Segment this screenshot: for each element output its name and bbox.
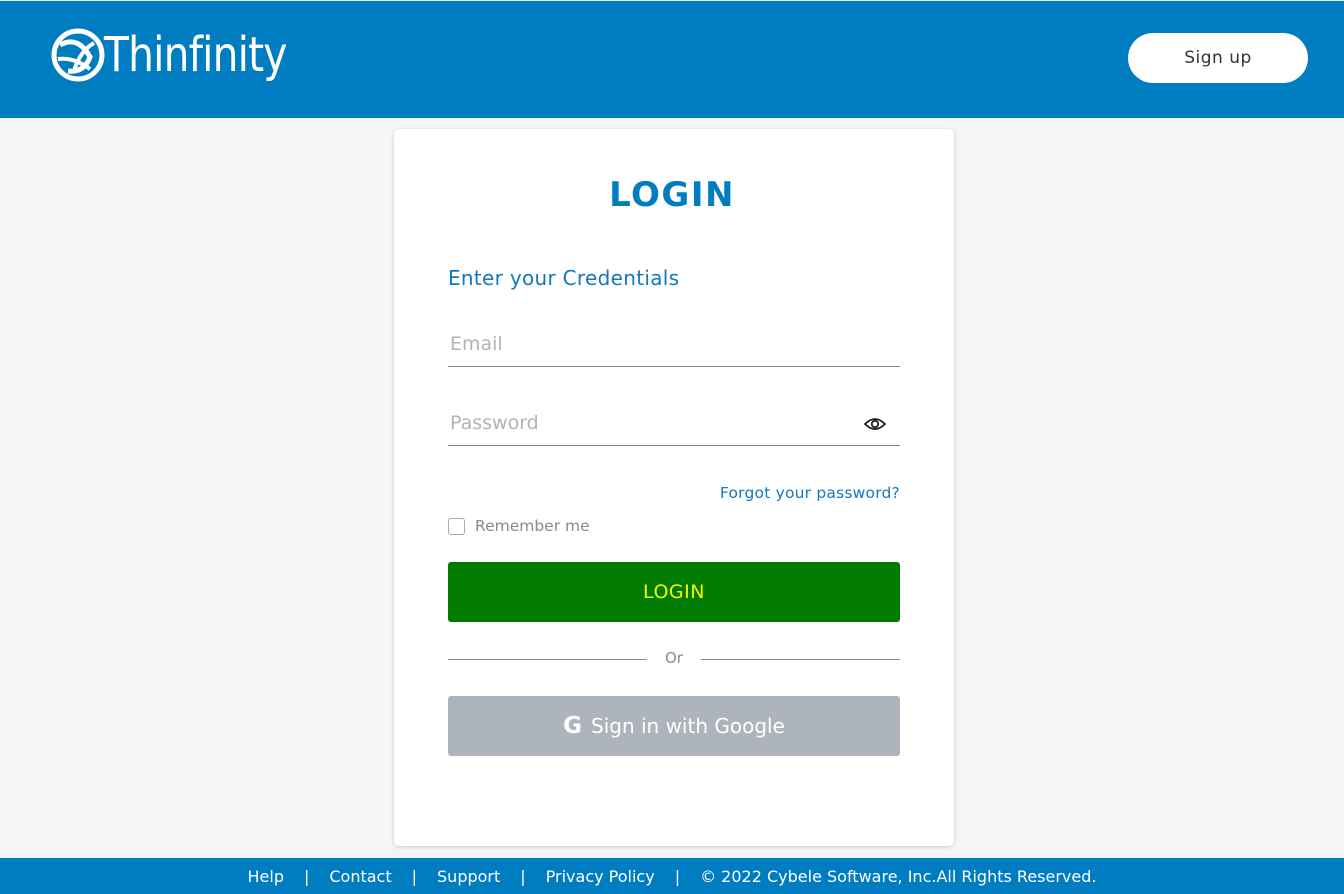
footer-link-support[interactable]: Support <box>437 867 500 886</box>
footer-link-help[interactable]: Help <box>248 867 284 886</box>
login-button[interactable]: LOGIN <box>448 562 900 622</box>
login-title: LOGIN <box>609 175 735 215</box>
google-signin-button[interactable]: G Sign in with Google <box>448 696 900 756</box>
password-field-container <box>448 405 900 446</box>
eye-icon[interactable] <box>864 415 886 433</box>
remember-me[interactable]: Remember me <box>448 517 590 535</box>
google-signin-label: Sign in with Google <box>591 714 785 738</box>
footer-separator: | <box>303 866 310 886</box>
remember-me-checkbox[interactable] <box>448 517 465 535</box>
thinfinity-logo-icon <box>51 28 105 82</box>
footer-separator: | <box>411 866 418 886</box>
footer-link-privacy-policy[interactable]: Privacy Policy <box>546 867 655 886</box>
password-input[interactable] <box>448 405 852 441</box>
header-top-border <box>0 0 1344 1</box>
brand-name: Thinfinity <box>104 27 287 83</box>
copyright-text: © 2022 Cybele Software, Inc.All Rights R… <box>700 866 1097 886</box>
divider-line-right <box>701 659 900 660</box>
signup-button[interactable]: Sign up <box>1128 33 1308 83</box>
or-label: Or <box>665 649 683 667</box>
email-input[interactable] <box>448 326 852 362</box>
google-g-icon: G <box>563 713 582 739</box>
footer-separator: | <box>674 866 681 886</box>
or-divider: Or <box>448 648 900 670</box>
top-header: Thinfinity Sign up <box>0 0 1344 118</box>
footer-links: Help | Contact | Support | Privacy Polic… <box>248 867 1097 886</box>
forgot-password-link[interactable]: Forgot your password? <box>720 484 900 502</box>
footer-link-contact[interactable]: Contact <box>329 867 391 886</box>
credentials-subtitle: Enter your Credentials <box>448 266 680 290</box>
footer: Help | Contact | Support | Privacy Polic… <box>0 858 1344 894</box>
email-field-container <box>448 326 900 367</box>
footer-separator: | <box>520 866 526 886</box>
remember-me-label[interactable]: Remember me <box>475 517 590 535</box>
brand-logo[interactable]: Thinfinity <box>50 27 319 83</box>
